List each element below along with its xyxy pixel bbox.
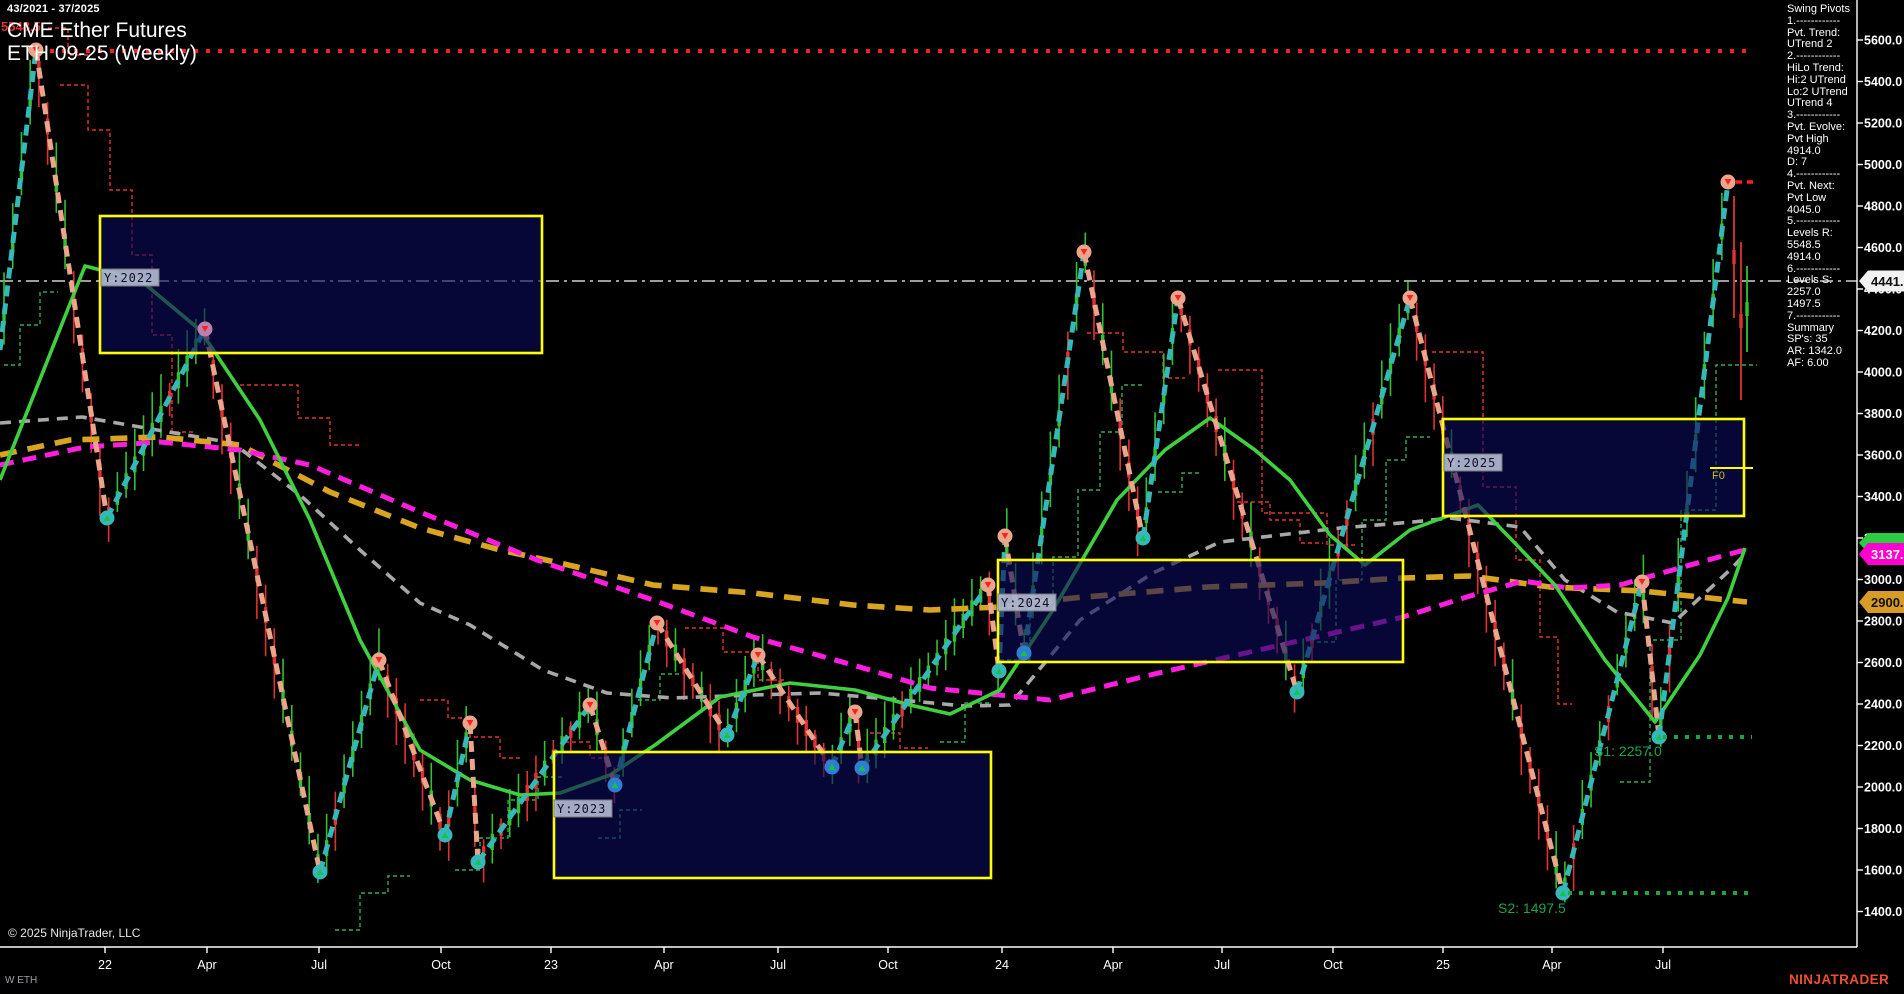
price-tick-label: 2200.0 <box>1864 739 1902 753</box>
time-tick-label: Oct <box>431 958 451 972</box>
instrument-label: W ETH <box>5 975 37 986</box>
time-tick-label: Jul <box>770 958 786 972</box>
time-tick-label: Apr <box>654 958 673 972</box>
price-tick-label: 4600.0 <box>1864 241 1902 255</box>
pivot-panel-line: AF: 6.00 <box>1787 358 1850 370</box>
price-chart-canvas[interactable]: Y:2022 Y:2023 Y:2024 Y:2025 S1: 2257.0 S2: 14… <box>0 0 1904 994</box>
year-box-label: Y:2025 <box>1447 456 1496 470</box>
pivot-panel-line: HiLo Trend: <box>1787 63 1850 75</box>
pivot-panel-line: 1497.5 <box>1787 299 1850 311</box>
time-tick-label: 22 <box>98 958 112 972</box>
chart-window: Y:2022 Y:2023 Y:2024 Y:2025 S1: 2257.0 S2: 14… <box>0 0 1904 994</box>
pivot-panel-line: Pvt High <box>1787 134 1850 146</box>
price-tick-label: 2600.0 <box>1864 656 1902 670</box>
f0-label: F0 <box>1712 470 1725 482</box>
price-tick-label: 5200.0 <box>1864 117 1902 131</box>
price-tick-label: 5000.0 <box>1864 158 1902 172</box>
copyright-text: © 2025 NinjaTrader, LLC <box>8 926 140 940</box>
price-tick-label: 3600.0 <box>1864 449 1902 463</box>
time-tick-label: 23 <box>544 958 558 972</box>
chart-subtitle: ETH 09-25 (Weekly) <box>7 42 197 66</box>
svg-text:2900.0: 2900.0 <box>1871 595 1904 610</box>
price-tick-label: 3400.0 <box>1864 490 1902 504</box>
pivot-panel-line: 1.------------ <box>1787 16 1850 28</box>
s2-label: S2: 1497.5 <box>1498 900 1566 916</box>
time-tick-label: 24 <box>995 958 1009 972</box>
svg-text:4441.5: 4441.5 <box>1871 274 1904 289</box>
pivot-panel-line: Hi:2 UTrend <box>1787 75 1850 87</box>
price-tick-label: 3800.0 <box>1864 407 1902 421</box>
price-tick-label: 4000.0 <box>1864 366 1902 380</box>
pivot-panel-line: Pvt Low <box>1787 193 1850 205</box>
time-tick-label: Apr <box>197 958 216 972</box>
pivot-panel-line: 7.------------ <box>1787 311 1850 323</box>
price-tick-label: 1800.0 <box>1864 822 1902 836</box>
price-tick-label: 2400.0 <box>1864 698 1902 712</box>
time-tick-label: Oct <box>878 958 898 972</box>
swing-pivots-panel: Swing Pivots1.------------Pvt. Trend:UTr… <box>1787 4 1850 370</box>
price-tick-label: 2000.0 <box>1864 781 1902 795</box>
price-tick-label: 1400.0 <box>1864 905 1902 919</box>
price-tick-label: 5600.0 <box>1864 34 1902 48</box>
price-tick-label: 4200.0 <box>1864 324 1902 338</box>
year-box-label: Y:2024 <box>1001 596 1050 610</box>
time-tick-label: Jul <box>1655 958 1671 972</box>
time-tick-label: Oct <box>1323 958 1343 972</box>
year-box-label: Y:2023 <box>557 802 606 816</box>
chart-title: CME Ether Futures <box>7 19 187 43</box>
year-box-label: Y:2022 <box>104 271 153 285</box>
pivot-panel-line: Pvt. Evolve: <box>1787 122 1850 134</box>
time-tick-label: Apr <box>1103 958 1122 972</box>
price-tick-label: 5400.0 <box>1864 75 1902 89</box>
time-tick-label: Jul <box>311 958 327 972</box>
time-tick-label: 25 <box>1436 958 1450 972</box>
chart-date-range: 43/2021 - 37/2025 <box>7 3 100 15</box>
price-tick-label: 4800.0 <box>1864 200 1902 214</box>
price-tick-label: 1600.0 <box>1864 864 1902 878</box>
pivot-panel-line: 4914.0 <box>1787 252 1850 264</box>
ninjatrader-logo: NINJATRADER <box>1789 972 1889 987</box>
price-tick-label: 2800.0 <box>1864 615 1902 629</box>
pivot-panel-line: 5548.5 <box>1787 240 1850 252</box>
time-tick-label: Jul <box>1214 958 1230 972</box>
time-tick-label: Apr <box>1542 958 1561 972</box>
s1-label: S1: 2257.0 <box>1594 743 1662 759</box>
pivot-panel-line: Pvt. Next: <box>1787 181 1850 193</box>
price-tick-label: 3000.0 <box>1864 573 1902 587</box>
svg-text:3137.9: 3137.9 <box>1871 547 1904 562</box>
